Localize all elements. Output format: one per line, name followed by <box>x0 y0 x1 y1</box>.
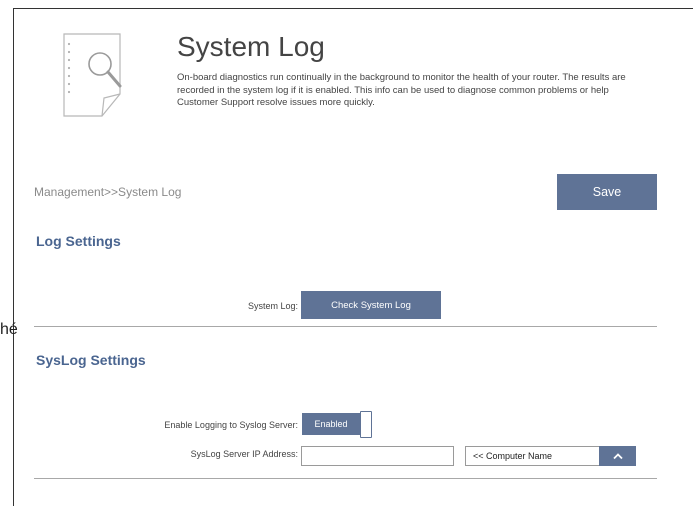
stray-text: hé <box>0 321 18 338</box>
magnifier-document-icon <box>63 33 122 117</box>
page-title: System Log <box>177 31 325 62</box>
toggle-knob[interactable] <box>360 411 372 438</box>
computer-name-select-value: << Computer Name <box>473 451 553 461</box>
toggle-state-label: Enabled <box>302 413 360 435</box>
syslog-settings-title: SysLog Settings <box>36 352 146 368</box>
enable-logging-toggle[interactable]: Enabled <box>302 411 372 438</box>
syslog-ip-input[interactable] <box>301 446 454 466</box>
frame-top-border <box>13 8 693 9</box>
computer-name-select[interactable]: << Computer Name <box>465 446 636 466</box>
chevron-up-button[interactable] <box>599 446 636 466</box>
log-settings-title: Log Settings <box>36 233 121 249</box>
frame-left-border <box>13 8 14 506</box>
bottom-divider <box>34 478 657 479</box>
chevron-up-icon <box>612 453 623 460</box>
syslog-ip-label: SysLog Server IP Address: <box>190 449 298 459</box>
breadcrumb: Management>>System Log <box>34 185 182 199</box>
system-log-label: System Log: <box>247 301 298 311</box>
check-system-log-button[interactable]: Check System Log <box>301 291 441 319</box>
save-button[interactable]: Save <box>557 174 657 210</box>
enable-logging-label: Enable Logging to Syslog Server: <box>164 420 298 430</box>
section-divider <box>34 326 657 327</box>
page-description: On-board diagnostics run continually in … <box>177 72 626 108</box>
